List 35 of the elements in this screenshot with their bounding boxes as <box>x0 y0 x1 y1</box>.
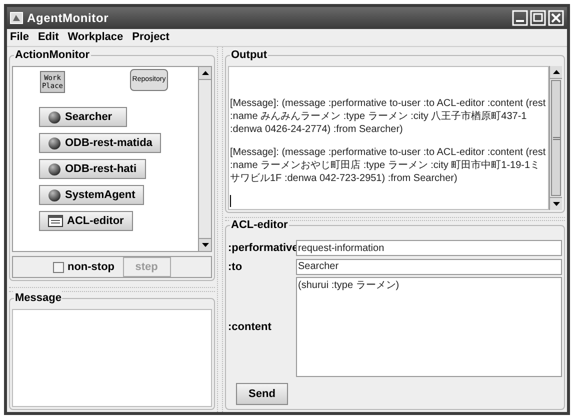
sphere-icon <box>48 188 61 202</box>
agent-button[interactable]: Searcher <box>39 107 127 127</box>
field-label: :to <box>228 260 244 274</box>
to-field[interactable]: Searcher <box>296 258 562 275</box>
sphere-icon <box>48 110 61 124</box>
group-title: Message <box>14 291 62 305</box>
sphere-icon <box>48 162 61 176</box>
window-title: AgentMonitor <box>27 10 109 27</box>
close-icon[interactable] <box>548 10 564 26</box>
group-title: Output <box>230 48 268 62</box>
field-label: :content <box>228 320 272 335</box>
menu-item[interactable]: Workplace <box>68 29 124 46</box>
sphere-icon <box>48 136 61 150</box>
send-button[interactable]: Send <box>236 383 288 405</box>
output-message: [Message]: (message :performative to-user :to ACL-editor :content (rest :name みんみんラーメン :type ラーメン :city 八王子市楢原町437-1 :denwa 0426-24-2774) :from Searcher) <box>230 97 547 136</box>
performative-field[interactable]: request-information <box>296 240 562 256</box>
app-icon <box>10 12 23 24</box>
checkbox[interactable] <box>53 262 64 272</box>
scrollbar[interactable] <box>549 66 562 210</box>
field-label: :performative <box>228 241 296 256</box>
menu-item[interactable]: Edit <box>38 29 59 46</box>
agent-button[interactable]: ODB-rest-matida <box>39 133 162 153</box>
maximize-icon[interactable] <box>530 10 546 26</box>
scrollbar[interactable] <box>198 67 211 251</box>
window-icon <box>48 215 63 227</box>
agent-button[interactable]: ODB-rest-hati <box>39 159 146 179</box>
agent-button[interactable]: ACL-editor <box>39 211 133 231</box>
text-caret <box>230 195 231 207</box>
output-message: [Message]: (message :performative to-user :to ACL-editor :content (rest :name ラーメンおやじ町田店 :type ラーメン :city 町田市中町1-19-1ミサワビル1F :denwa 042-723-2951) :from Searcher) <box>230 146 547 185</box>
menu-item[interactable]: Project <box>132 29 170 46</box>
checkbox-label: non-stop <box>67 260 115 275</box>
minimize-icon[interactable] <box>512 10 528 26</box>
agent-button[interactable]: SystemAgent <box>39 185 144 205</box>
menu-item[interactable]: File <box>10 29 29 46</box>
content-field[interactable]: (shurui :type ラーメン) <box>296 277 562 377</box>
